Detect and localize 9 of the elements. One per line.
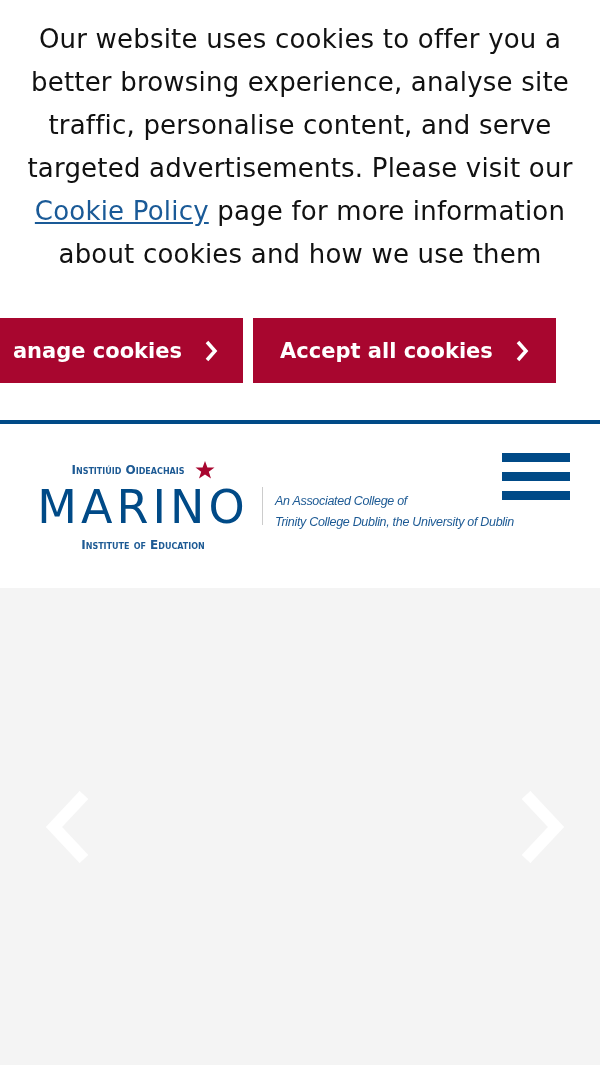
cookie-notice: Our website uses cookies to offer you a better browsing experience, analyse site traffic, personalise content, and serve targeted advertisements. Please visit our Cookie Policy page for more information about cookies and how we use them xyxy=(26,23,574,271)
cookie-button[interactable]: anage cookies xyxy=(0,318,243,383)
logo-subtitle: Institute of Education xyxy=(81,538,205,552)
affiliation-text: Trinity College Dublin, the University of Dublin xyxy=(275,514,514,531)
cookie-button[interactable]: Accept all cookies xyxy=(253,318,556,383)
logo-tagline: Institiúid Oideachais xyxy=(71,463,185,477)
affiliation-text: An Associated College of xyxy=(275,493,410,510)
cookie-policy-link[interactable]: Cookie Policy xyxy=(34,196,209,226)
logo-wordmark: MARINO xyxy=(37,480,249,534)
